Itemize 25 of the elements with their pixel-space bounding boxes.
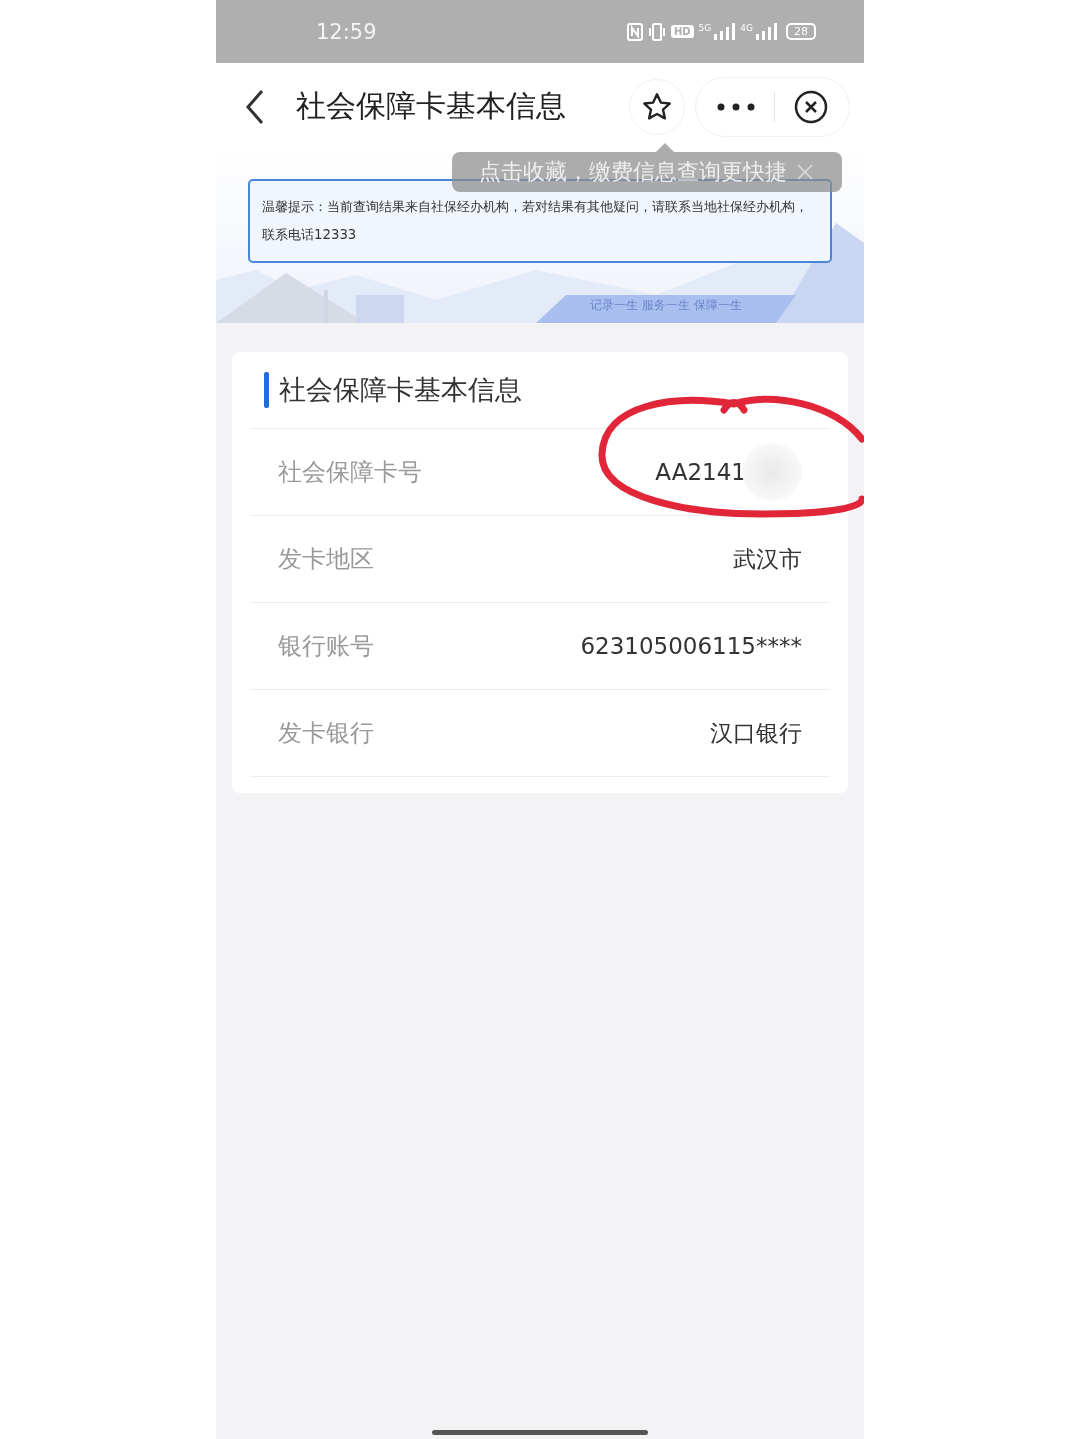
signal-icon — [713, 22, 736, 41]
title-accent — [264, 372, 269, 408]
field-value: 武汉市 — [733, 544, 802, 574]
notice-text: 温馨提示：当前查询结果来自社保经办机构，若对结果有其他疑问，请联系当地社保经办机构，联系电话12333 — [262, 198, 809, 244]
signal-icon — [755, 22, 777, 41]
hd-badge: HD — [670, 25, 694, 38]
field-label: 发卡银行 — [278, 718, 374, 749]
battery-level: 28 — [786, 23, 816, 40]
field-label: 社会保障卡号 — [278, 457, 422, 488]
page-title: 社会保障卡基本信息 — [296, 87, 567, 125]
more-icon[interactable] — [716, 101, 756, 112]
field-value: 623105006115**** — [580, 633, 802, 659]
nfc-icon — [626, 22, 643, 41]
signal-label: 4G — [740, 22, 753, 33]
card-title: 社会保障卡基本信息 — [279, 373, 522, 407]
status-time: 12:59 — [316, 19, 377, 44]
field-value: 汉口银行 — [710, 718, 802, 748]
field-value: AA2141 — [655, 459, 746, 485]
vibrate-icon — [647, 22, 666, 41]
tooltip-text: 点击收藏，缴费信息查询更快捷 — [479, 158, 787, 186]
field-label: 银行账号 — [278, 631, 374, 662]
field-label: 发卡地区 — [278, 544, 374, 575]
signal-label: 5G — [698, 22, 712, 33]
back-icon[interactable] — [244, 88, 266, 125]
close-icon[interactable] — [793, 88, 829, 125]
